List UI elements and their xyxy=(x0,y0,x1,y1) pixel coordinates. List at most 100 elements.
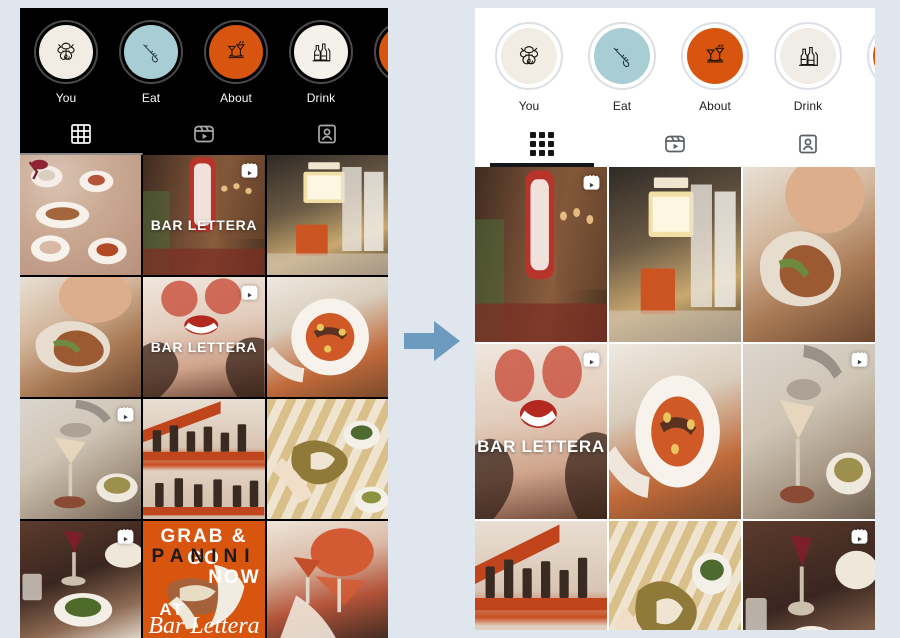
highlight-label: Venue xyxy=(374,91,388,105)
tab-posts[interactable] xyxy=(475,121,608,167)
highlight-ring xyxy=(681,22,749,90)
post-caption-overlay: BAR LETTERA xyxy=(477,436,605,456)
tab-reels[interactable] xyxy=(143,113,266,155)
reels-badge-icon xyxy=(241,163,258,178)
story-highlight-eat[interactable]: Eat xyxy=(119,20,183,105)
post-storefront-couple[interactable] xyxy=(266,155,388,275)
post-image xyxy=(266,277,388,397)
story-highlight-venue[interactable]: Venue xyxy=(867,22,875,113)
post-man-eating-panini[interactable] xyxy=(20,277,142,397)
highlight-ring xyxy=(867,22,875,90)
post-grab-and-go-promo[interactable]: GRAB & GO PANINI NOW AT Bar Lettera xyxy=(143,521,265,638)
post-image xyxy=(143,399,265,519)
promo-line5: Bar Lettera xyxy=(148,612,260,638)
reels-badge-icon xyxy=(241,285,258,300)
story-highlight-about[interactable]: About xyxy=(681,22,749,113)
story-highlight-drink[interactable]: Drink xyxy=(289,20,353,105)
post-woman-spritz[interactable] xyxy=(266,521,388,638)
post-image xyxy=(743,167,875,342)
cocktail-glasses-icon xyxy=(687,28,743,84)
highlight-ring xyxy=(34,20,98,84)
post-woman-sunglasses[interactable]: BAR LETTERA xyxy=(143,277,265,397)
posts-grid[interactable]: BAR LETTERA BAR LETTERA GRAB & GO PANINI NOW… xyxy=(20,155,388,638)
post-image xyxy=(20,155,142,275)
post-bottle-shelves[interactable] xyxy=(143,399,265,519)
profile-tab-bar[interactable] xyxy=(20,113,388,155)
tab-reels[interactable] xyxy=(608,121,741,167)
right-arrow-icon xyxy=(404,321,460,361)
tagged-icon xyxy=(799,134,818,154)
highlight-label: Eat xyxy=(141,91,161,105)
grid-icon xyxy=(71,124,92,144)
promo-line3: NOW xyxy=(208,566,261,588)
post-pistachio-bread[interactable] xyxy=(266,399,388,519)
highlight-ring xyxy=(588,22,656,90)
post-image xyxy=(20,277,142,397)
tab-posts[interactable] xyxy=(20,113,143,155)
grid-icon xyxy=(529,132,554,156)
post-wine-dinner-table[interactable] xyxy=(20,521,142,638)
post-caption-overlay: BAR LETTERA xyxy=(150,339,258,356)
story-highlight-you[interactable]: You xyxy=(34,20,98,105)
post-dishes-marble-table[interactable] xyxy=(20,155,142,275)
floral-sketch-icon xyxy=(501,28,557,84)
post-image xyxy=(609,167,741,342)
tab-tagged[interactable] xyxy=(265,113,388,155)
post-image xyxy=(266,399,388,519)
comparison-stage: YouEatAboutDrinkVenue BAR LETTERABAR LET… xyxy=(0,0,900,638)
story-highlight-drink[interactable]: Drink xyxy=(774,22,842,113)
post-woman-sunglasses[interactable]: BAR LETTERA xyxy=(475,344,607,519)
highlight-label: You xyxy=(55,91,77,105)
post-cocktail-pour[interactable] xyxy=(743,344,875,519)
table-chairs-icon xyxy=(379,25,388,79)
reels-badge-icon xyxy=(851,352,868,367)
post-storefront-couple[interactable] xyxy=(609,167,741,342)
highlight-ring xyxy=(374,20,388,84)
post-image xyxy=(475,521,607,630)
cocktail-glasses-icon xyxy=(209,25,263,79)
highlight-label: About xyxy=(220,91,252,105)
story-highlight-eat[interactable]: Eat xyxy=(588,22,656,113)
highlight-ring xyxy=(119,20,183,84)
highlight-ring xyxy=(774,22,842,90)
highlight-label: You xyxy=(518,99,540,113)
post-plated-main-course[interactable] xyxy=(266,277,388,397)
post-image xyxy=(475,344,607,519)
story-highlights-row[interactable]: You Eat About Drink Venue xyxy=(20,8,388,105)
post-bar-lettera-sign[interactable]: BAR LETTERA xyxy=(143,155,265,275)
story-highlight-you[interactable]: You xyxy=(495,22,563,113)
floral-sketch-icon xyxy=(39,25,93,79)
reels-badge-icon xyxy=(117,407,134,422)
wine-bottles-icon xyxy=(780,28,836,84)
post-bar-lettera-sign[interactable] xyxy=(475,167,607,342)
promo-line2: PANINI xyxy=(151,546,257,568)
post-man-eating-panini[interactable] xyxy=(743,167,875,342)
reels-badge-icon xyxy=(117,529,134,544)
tagged-icon xyxy=(317,124,336,144)
highlight-ring xyxy=(495,22,563,90)
post-wine-dinner-table[interactable] xyxy=(743,521,875,630)
wine-bottles-icon xyxy=(294,25,348,79)
story-highlight-venue[interactable]: Venue xyxy=(374,20,388,105)
story-highlight-about[interactable]: About xyxy=(204,20,268,105)
post-image xyxy=(266,521,388,638)
post-image xyxy=(609,344,741,519)
post-pistachio-bread[interactable] xyxy=(609,521,741,630)
instagram-profile-light-mode: You Eat About Drink Venue BAR LETTERA xyxy=(475,8,875,630)
whisk-sketch-icon xyxy=(124,25,178,79)
table-chairs-icon xyxy=(873,28,875,84)
post-caption-overlay: BAR LETTERA xyxy=(150,217,258,234)
highlight-ring xyxy=(289,20,353,84)
post-plated-main-course[interactable] xyxy=(609,344,741,519)
post-image xyxy=(266,155,388,275)
posts-grid[interactable]: BAR LETTERA xyxy=(475,167,875,630)
post-image xyxy=(743,344,875,519)
tab-tagged[interactable] xyxy=(742,121,875,167)
highlight-ring xyxy=(204,20,268,84)
post-cocktail-pour[interactable] xyxy=(20,399,142,519)
profile-tab-bar[interactable] xyxy=(475,121,875,167)
highlight-label: Venue xyxy=(867,99,875,113)
highlight-label: Eat xyxy=(612,99,632,113)
post-bottle-shelves[interactable] xyxy=(475,521,607,630)
story-highlights-row[interactable]: You Eat About Drink Venue xyxy=(475,8,875,113)
